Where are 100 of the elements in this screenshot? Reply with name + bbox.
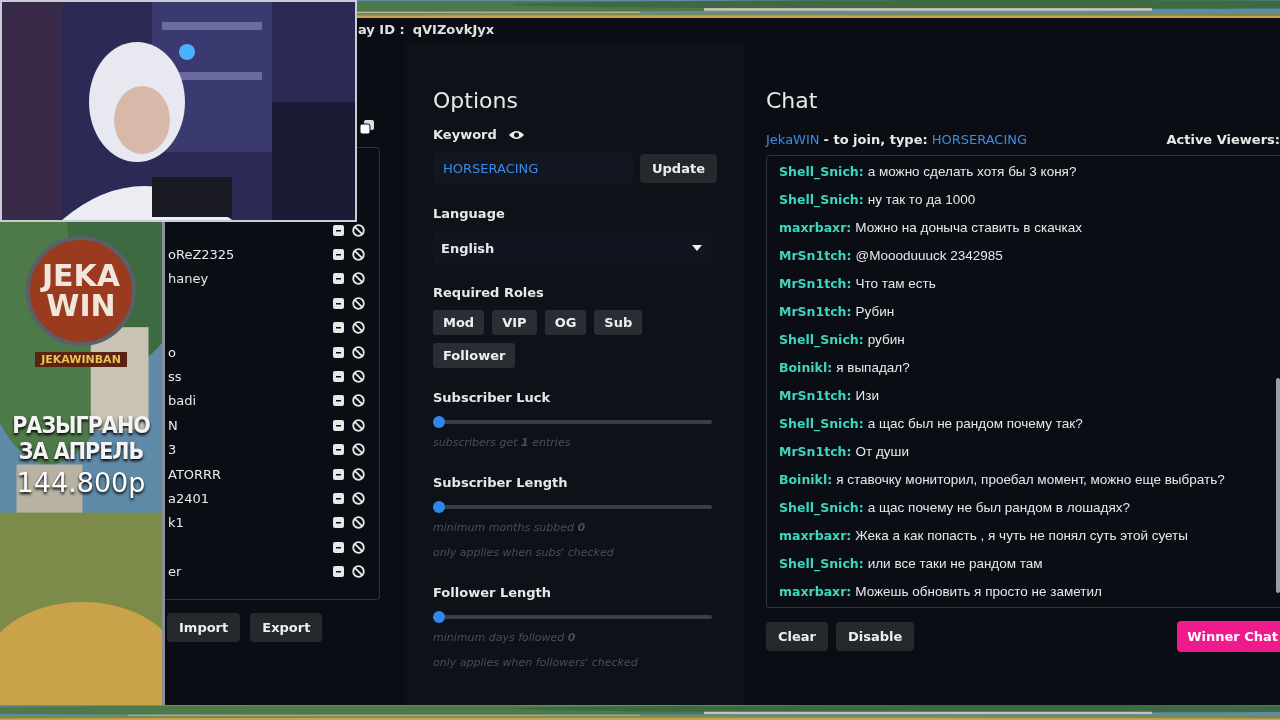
chat-message: рубин — [867, 332, 905, 348]
chat-username: MrSn1tch: — [779, 304, 852, 320]
minus-square-icon[interactable] — [333, 517, 344, 529]
chat-message: я ставочку мониторил, проебал момент, можно еще выбрать? — [836, 471, 1225, 487]
minus-square-icon[interactable] — [333, 346, 344, 358]
header-value: qVIZovkJyx — [412, 22, 495, 39]
role-chip[interactable]: OG — [544, 310, 587, 335]
slider-thumb[interactable] — [433, 501, 445, 513]
list-button[interactable]: Export — [250, 613, 323, 642]
slider-thumb[interactable] — [433, 611, 445, 623]
chat-username: maxrbaxr: — [779, 583, 852, 599]
entry-name: haney — [168, 271, 210, 287]
chat-username: maxrbaxr: — [779, 220, 852, 236]
ban-icon[interactable] — [352, 248, 365, 262]
minus-square-icon[interactable] — [333, 468, 344, 480]
entry-name: er — [168, 564, 183, 580]
role-chip[interactable]: VIP — [492, 310, 537, 335]
copy-icon[interactable] — [360, 120, 374, 134]
ban-icon[interactable] — [352, 467, 365, 481]
slider-label: Follower Length — [433, 585, 553, 600]
chat-message: Жека а как попасть , я чуть не понял суть этой суеты — [855, 527, 1188, 543]
entry-name: k1 — [168, 515, 185, 531]
chat-button[interactable]: Clear — [766, 622, 828, 651]
chat-username: Shell_Snich: — [779, 555, 864, 571]
ban-icon[interactable] — [352, 492, 365, 505]
minus-square-icon[interactable] — [333, 371, 344, 383]
header-label: ay ID : — [358, 22, 405, 39]
scrollbar[interactable] — [1276, 378, 1280, 593]
chat-username: Boinikl: — [779, 471, 833, 487]
ban-icon[interactable] — [352, 223, 365, 237]
entry-name: ATORRR — [168, 466, 223, 482]
minus-square-icon[interactable] — [333, 419, 344, 431]
chat-button[interactable]: Disable — [836, 622, 915, 651]
chat-username: Shell_Snich: — [779, 332, 864, 348]
entry-name: N — [168, 417, 179, 433]
ban-icon[interactable] — [352, 296, 365, 310]
slider-note: only applies when subs' checked — [433, 546, 615, 559]
winner-chat-button[interactable]: Winner Chat — [1177, 621, 1280, 652]
entry-name: oReZ2325 — [168, 247, 236, 263]
minus-square-icon[interactable] — [333, 322, 344, 334]
slider-label: Subscriber Length — [433, 475, 569, 490]
entry-name: a2401 — [168, 491, 211, 506]
chat-username: Shell_Snich: — [779, 164, 864, 180]
entry-name: ss — [168, 369, 183, 385]
language-label: Language — [433, 206, 506, 221]
join-text: - to join, type: — [823, 131, 928, 147]
join-keyword: HORSERACING — [931, 131, 1028, 147]
ban-icon[interactable] — [352, 394, 365, 408]
chat-username: MrSn1tch: — [779, 443, 852, 459]
minus-square-icon[interactable] — [333, 444, 344, 456]
list-button[interactable]: Import — [167, 613, 241, 642]
chat-title: Chat — [766, 88, 819, 113]
chat-message: а можно сделать хотя бы 3 коня? — [867, 164, 1077, 180]
chat-message: или все таки не рандом там — [867, 555, 1043, 571]
chat-message: @Moooduuuck 2342985 — [855, 248, 1003, 264]
chat-message: ну так то да 1000 — [867, 192, 976, 208]
ban-icon[interactable] — [352, 540, 365, 554]
chat-username: MrSn1tch: — [779, 248, 852, 264]
chat-username: Shell_Snich: — [779, 192, 864, 208]
ban-icon[interactable] — [352, 516, 365, 530]
update-button[interactable]: Update — [640, 153, 717, 183]
ban-icon[interactable] — [352, 565, 365, 579]
chat-message: Можно на доныча ставить в скачках — [855, 220, 1082, 236]
slider-note: subscribers get 1 entries — [433, 436, 572, 449]
entry-name: o — [168, 344, 177, 360]
minus-square-icon[interactable] — [333, 224, 344, 236]
chat-message: Что там есть — [855, 276, 936, 292]
language-select[interactable]: English — [433, 231, 712, 265]
minus-square-icon[interactable] — [333, 541, 344, 553]
role-chip[interactable]: Mod — [433, 310, 485, 335]
ban-icon[interactable] — [352, 443, 365, 457]
minus-square-icon[interactable] — [333, 566, 344, 578]
ban-icon[interactable] — [352, 272, 365, 286]
eye-icon[interactable] — [508, 129, 524, 140]
chat-message: а щас почему не был рандом в лошадях? — [867, 499, 1130, 515]
chat-message: а щас был не рандом почему так? — [867, 415, 1083, 431]
ban-icon[interactable] — [352, 345, 365, 359]
slider-label: Subscriber Luck — [433, 390, 552, 405]
minus-square-icon[interactable] — [333, 273, 344, 285]
roles-label: Required Roles — [433, 285, 545, 300]
ban-icon[interactable] — [352, 321, 365, 335]
ban-icon[interactable] — [352, 418, 365, 432]
slider-note: minimum months subbed 0 — [433, 521, 587, 534]
chat-username: MrSn1tch: — [779, 387, 852, 403]
slider-thumb[interactable] — [433, 416, 445, 428]
slider-note: minimum days followed 0 — [433, 631, 577, 644]
entry-name: 3 — [168, 442, 178, 458]
minus-square-icon[interactable] — [333, 493, 344, 504]
role-chip[interactable]: Follower — [433, 343, 516, 368]
chat-message: Можешь обновить я просто не заметил — [855, 583, 1102, 599]
entry-name: badi — [168, 393, 198, 409]
keyword-field[interactable]: HORSERACING — [433, 152, 633, 184]
minus-square-icon[interactable] — [333, 395, 344, 407]
options-title: Options — [433, 88, 519, 113]
minus-square-icon[interactable] — [333, 249, 344, 261]
chat-username: maxrbaxr: — [779, 527, 852, 543]
ban-icon[interactable] — [352, 370, 365, 384]
minus-square-icon[interactable] — [333, 297, 344, 309]
chat-message: Изи — [855, 387, 879, 403]
role-chip[interactable]: Sub — [594, 310, 643, 335]
